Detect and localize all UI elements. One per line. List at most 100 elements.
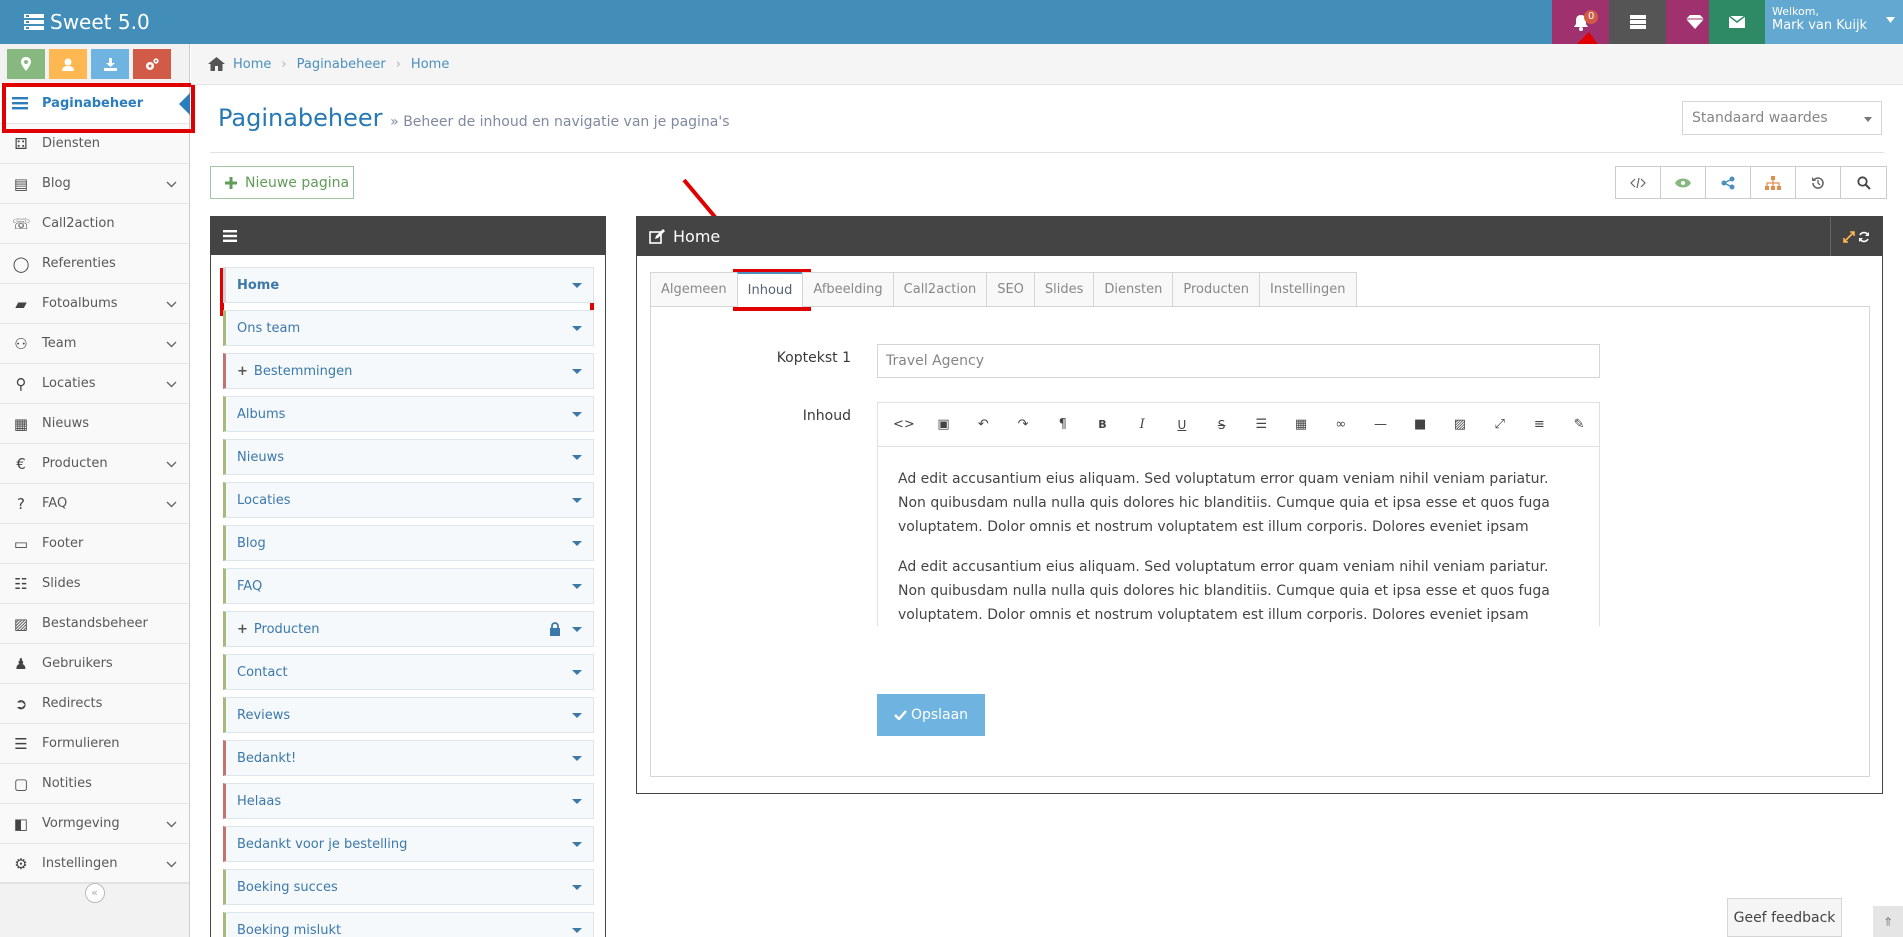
tree-item[interactable]: + Producten (223, 611, 594, 647)
sidebar-item-blog[interactable]: ▤ Blog (0, 164, 189, 204)
caret-down-icon[interactable] (572, 584, 582, 589)
sidebar-item-instellingen[interactable]: ⚙ Instellingen (0, 844, 189, 884)
tab-inhoud[interactable]: Inhoud (736, 272, 803, 307)
sidebar-item-call2action[interactable]: ☏ Call2action (0, 204, 189, 244)
new-page-button[interactable]: Nieuwe pagina (210, 166, 354, 199)
shortcut-location-button[interactable] (7, 49, 45, 79)
tree-item[interactable]: Boeking succes (223, 869, 594, 905)
caret-down-icon[interactable] (572, 541, 582, 546)
caret-down-icon[interactable] (572, 885, 582, 890)
caret-down-icon[interactable] (572, 756, 582, 761)
tree-item[interactable]: Ons team (223, 310, 594, 346)
defaults-select[interactable]: Standaard waardes (1682, 101, 1882, 135)
shortcut-user-button[interactable] (49, 49, 87, 79)
caret-down-icon[interactable] (572, 369, 582, 374)
tab-afbeelding[interactable]: Afbeelding (802, 272, 893, 307)
tree-item[interactable]: Helaas (223, 783, 594, 819)
sidebar-item-vormgeving[interactable]: ◧ Vormgeving (0, 804, 189, 844)
bold-icon[interactable]: B (1083, 410, 1123, 440)
caret-down-icon[interactable] (572, 498, 582, 503)
sitemap-button[interactable] (1751, 167, 1796, 198)
caret-down-icon[interactable] (572, 713, 582, 718)
tree-item[interactable]: Boeking mislukt (223, 912, 594, 937)
koptekst-input[interactable]: Travel Agency (877, 344, 1600, 378)
sidebar-item-gebruikers[interactable]: ♟ Gebruikers (0, 644, 189, 684)
italic-icon[interactable]: I (1122, 410, 1162, 440)
tree-item[interactable]: + Bestemmingen (223, 353, 594, 389)
list-icon[interactable]: ☰ (1241, 410, 1281, 440)
code-view-icon[interactable]: <> (884, 410, 924, 440)
tree-item[interactable]: Locaties (223, 482, 594, 518)
tab-producten[interactable]: Producten (1172, 272, 1259, 307)
refresh-icon[interactable] (1858, 231, 1870, 243)
sidebar-item-fotoalbums[interactable]: ▰ Fotoalbums (0, 284, 189, 324)
caret-down-icon[interactable] (572, 627, 582, 632)
tree-item[interactable]: Bedankt voor je bestelling (223, 826, 594, 862)
sidebar-item-bestandsbeheer[interactable]: ▨ Bestandsbeheer (0, 604, 189, 644)
caret-down-icon[interactable] (572, 455, 582, 460)
breadcrumb-paginabeheer[interactable]: Paginabeheer (297, 57, 386, 72)
tree-item[interactable]: Blog (223, 525, 594, 561)
tree-item[interactable]: Contact (223, 654, 594, 690)
fullscreen-icon[interactable]: ⤢ (1480, 410, 1520, 440)
sidebar-item-nieuws[interactable]: ▦ Nieuws (0, 404, 189, 444)
tree-item[interactable]: Nieuws (223, 439, 594, 475)
table-icon[interactable]: ▦ (1281, 410, 1321, 440)
server-button[interactable] (1609, 0, 1666, 44)
caret-down-icon[interactable] (572, 412, 582, 417)
tab-seo[interactable]: SEO (986, 272, 1034, 307)
history-button[interactable] (1796, 167, 1841, 198)
messages-button[interactable] (1709, 0, 1765, 44)
tab-algemeen[interactable]: Algemeen (650, 272, 737, 307)
tree-item[interactable]: Bedankt! (223, 740, 594, 776)
redo-icon[interactable]: ↷ (1003, 410, 1043, 440)
share-button[interactable] (1706, 167, 1751, 198)
sidebar-item-paginabeheer[interactable]: Paginabeheer (0, 84, 190, 124)
tree-item[interactable]: Home (223, 267, 594, 303)
save-button[interactable]: Opslaan (877, 694, 985, 736)
tree-item[interactable]: Reviews (223, 697, 594, 733)
horizontal-rule-icon[interactable]: — (1361, 410, 1401, 440)
breadcrumb-current[interactable]: Home (411, 57, 449, 72)
sidebar-item-producten[interactable]: € Producten (0, 444, 189, 484)
code-button[interactable] (1616, 167, 1661, 198)
strikethrough-icon[interactable]: S (1202, 410, 1242, 440)
breadcrumb-home[interactable]: Home (233, 57, 271, 72)
brand-logo[interactable]: Sweet 5.0 (24, 0, 150, 44)
sidebar-item-locaties[interactable]: ⚲ Locaties (0, 364, 189, 404)
tree-item[interactable]: Albums (223, 396, 594, 432)
feedback-button[interactable]: Geef feedback (1727, 898, 1842, 937)
sidebar-item-footer[interactable]: ▭ Footer (0, 524, 189, 564)
link-icon[interactable]: ∞ (1321, 410, 1361, 440)
scroll-to-top-button[interactable]: ⇑ (1873, 906, 1903, 937)
menu-icon[interactable] (223, 230, 237, 242)
align-left-icon[interactable]: ≡ (1520, 410, 1560, 440)
undo-icon[interactable]: ↶ (963, 410, 1003, 440)
notifications-button[interactable]: 0 (1552, 0, 1609, 44)
sidebar-item-formulieren[interactable]: ☰ Formulieren (0, 724, 189, 764)
expand-icon[interactable] (1843, 230, 1855, 243)
plugin-icon[interactable]: ✎ (1559, 410, 1599, 440)
sidebar-item-faq[interactable]: ? FAQ (0, 484, 189, 524)
sidebar-item-diensten[interactable]: ⚃ Diensten (0, 124, 189, 164)
shortcut-download-button[interactable] (91, 49, 129, 79)
sidebar-item-referenties[interactable]: ◯ Referenties (0, 244, 189, 284)
paragraph-icon[interactable]: ¶ (1043, 410, 1083, 440)
tree-item[interactable]: FAQ (223, 568, 594, 604)
shortcut-settings-button[interactable] (133, 49, 171, 79)
caret-down-icon[interactable] (572, 928, 582, 933)
caret-down-icon[interactable] (572, 326, 582, 331)
editor-content[interactable]: Ad edit accusantium eius aliquam. Sed vo… (878, 447, 1599, 627)
sidebar-item-redirects[interactable]: ➲ Redirects (0, 684, 189, 724)
preview-button[interactable] (1661, 167, 1706, 198)
tab-instellingen[interactable]: Instellingen (1259, 272, 1357, 307)
tab-call2action[interactable]: Call2action (892, 272, 987, 307)
search-button[interactable] (1841, 167, 1886, 198)
rich-text-editor[interactable]: <> ▣ ↶ ↷ ¶ B I U S ☰ ▦ ∞ — ■ ▨ ⤢ ≡ ✎ Ad … (877, 402, 1600, 627)
plus-icon[interactable]: + (237, 364, 248, 379)
sidebar-item-slides[interactable]: ☷ Slides (0, 564, 189, 604)
caret-down-icon[interactable] (572, 799, 582, 804)
image-icon[interactable]: ▨ (1440, 410, 1480, 440)
caret-down-icon[interactable] (572, 283, 582, 288)
underline-icon[interactable]: U (1162, 410, 1202, 440)
